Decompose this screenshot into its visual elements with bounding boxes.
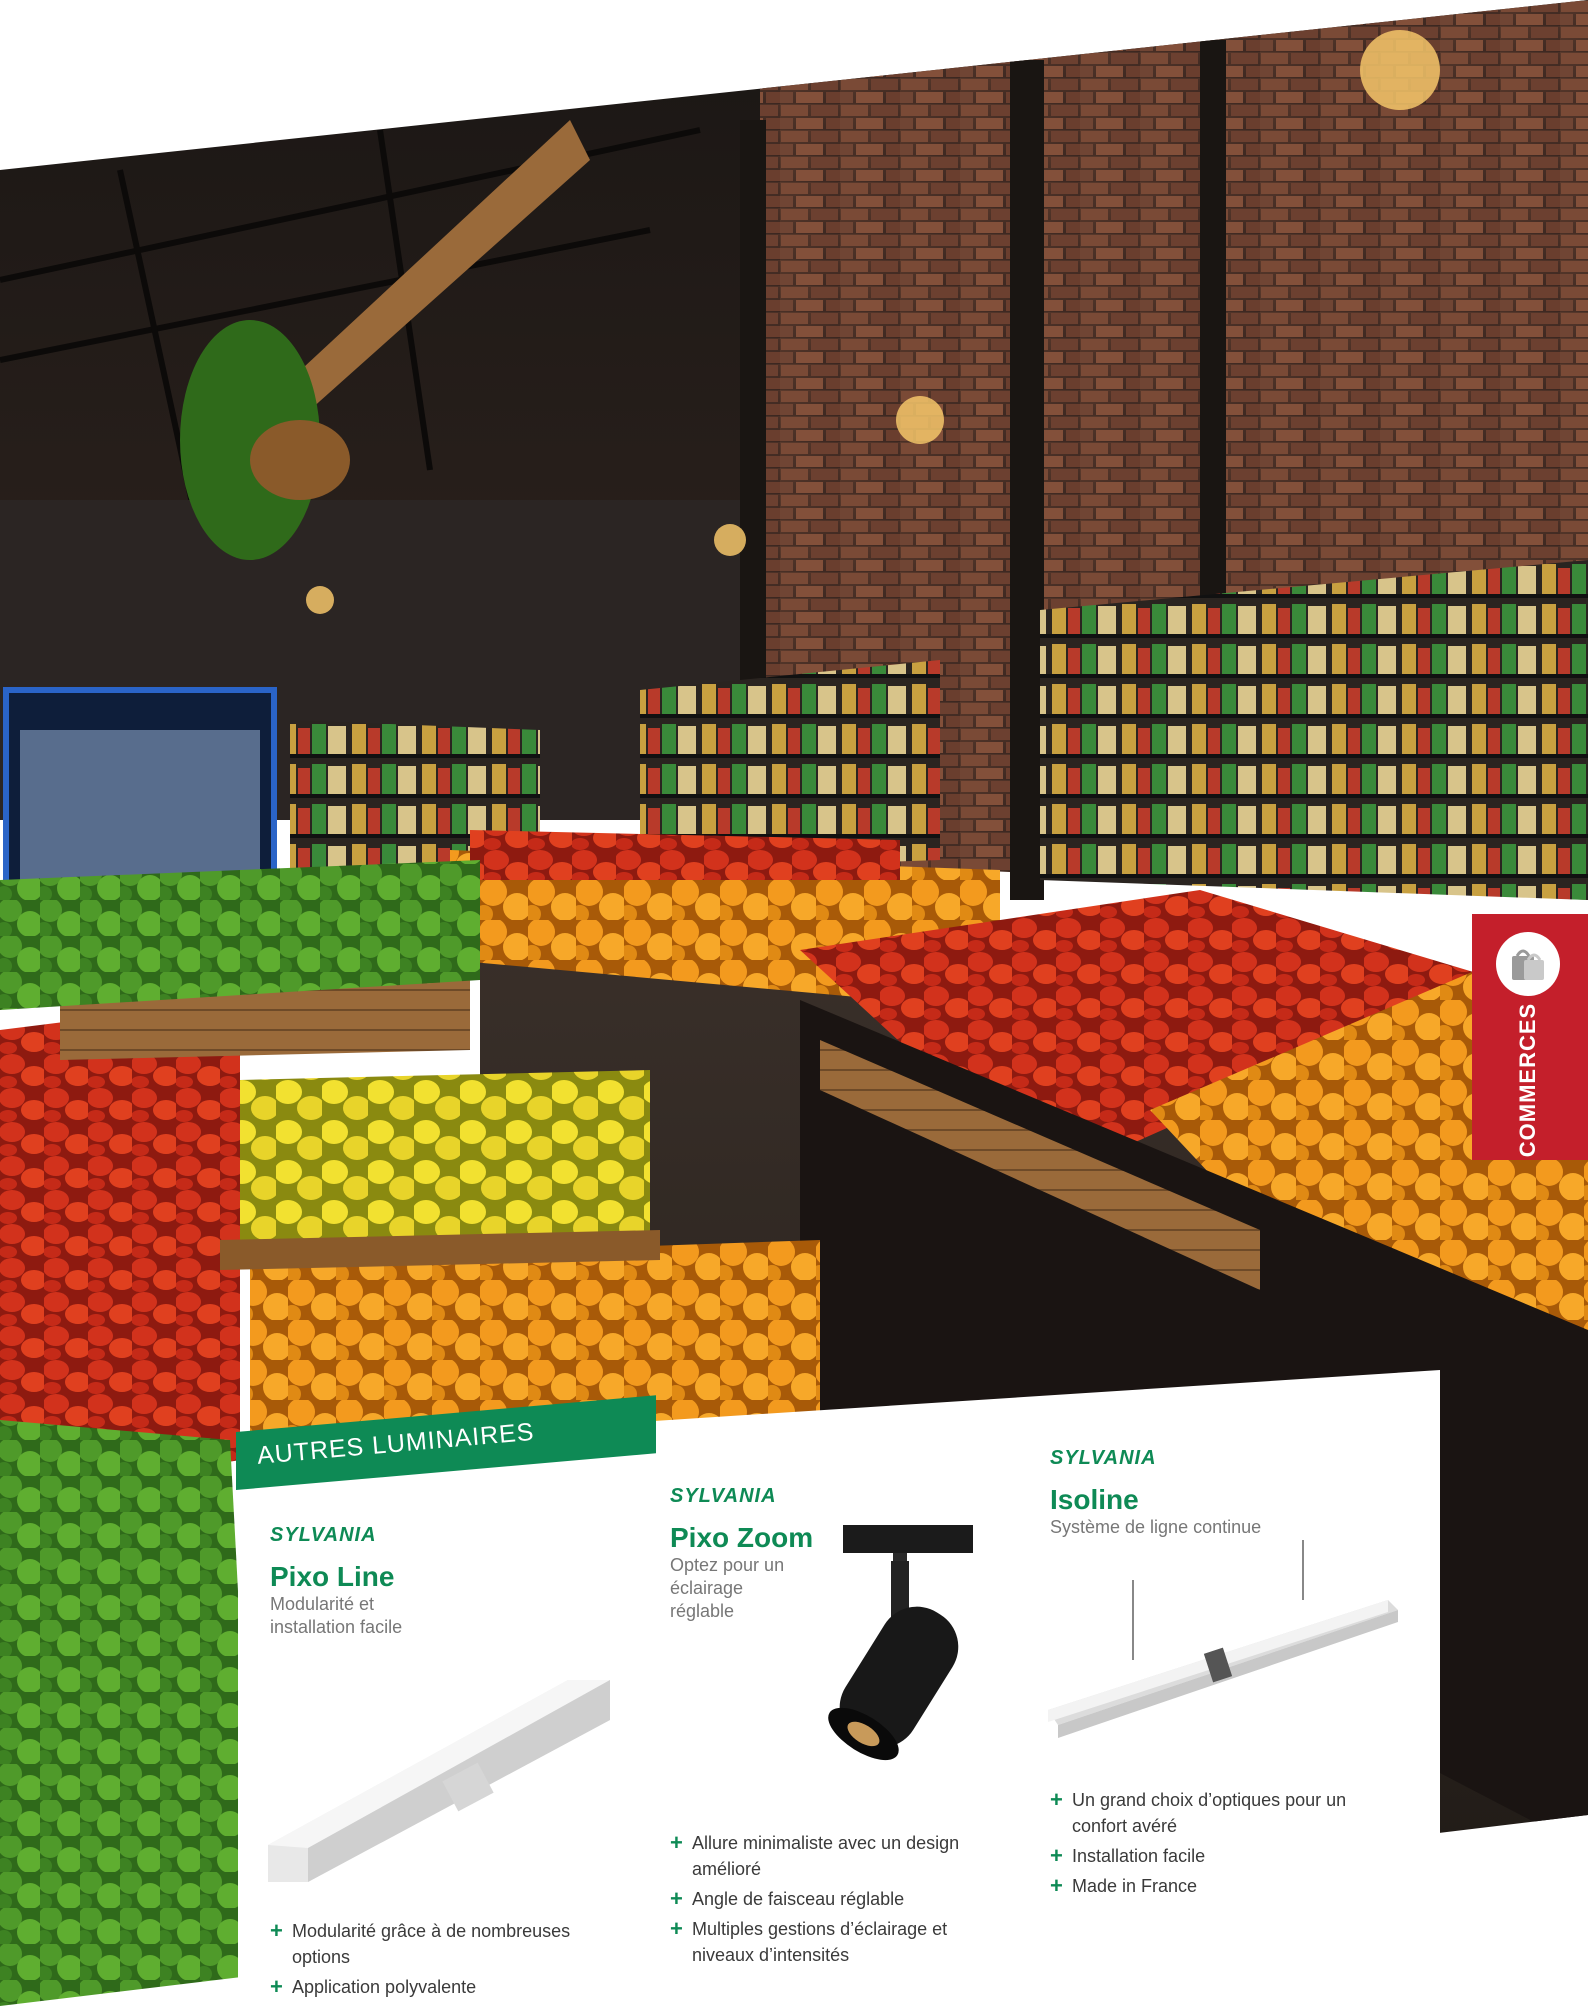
feature-item: + Modularité grâce à de nombreuses option… [270, 1918, 571, 1967]
pixo-line-product-image [268, 1680, 610, 1882]
commerces-tab[interactable]: COMMERCES [1472, 914, 1588, 1160]
isoline-product-image [1048, 1540, 1398, 1738]
isoline-features: + Un grand choix d’optiques pour un confo… [1050, 1787, 1390, 1903]
commerces-label: COMMERCES [1515, 1002, 1540, 1158]
feature-item: + Multiples gestions d’éclairage et nivea… [670, 1916, 948, 1965]
feature-item: + Made in France [1050, 1873, 1198, 1898]
product-pixo-line: SYLVANIA Pixo Line Modularité et install… [270, 1524, 630, 1639]
pixo-zoom-features: + Allure minimaliste avec un design améli… [670, 1830, 970, 1972]
product-name: Isoline [1050, 1484, 1139, 1515]
brand-logo: SYLVANIA [270, 1524, 377, 1546]
feature-item: + Angle de faisceau réglable [670, 1886, 905, 1911]
feature-item: + Application polyvalente [270, 1974, 477, 1999]
feature-item: + Allure minimaliste avec un design améli… [670, 1830, 960, 1879]
brand-logo: SYLVANIA [1050, 1447, 1157, 1469]
product-name: Pixo Line [270, 1561, 395, 1592]
pixo-zoom-product-image [828, 1525, 973, 1761]
product-tagline: Modularité et installation facile [270, 1594, 403, 1637]
feature-item: + Installation facile [1050, 1843, 1206, 1868]
product-tagline: Système de ligne continue [1050, 1517, 1262, 1537]
feature-item: + Un grand choix d’optiques pour un confo… [1050, 1787, 1347, 1836]
shopping-bags-icon [1496, 932, 1560, 996]
pixo-line-features: + Modularité grâce à de nombreuses option… [270, 1918, 600, 2004]
product-tagline: Optez pour un éclairage réglable [670, 1555, 785, 1621]
brand-logo: SYLVANIA [670, 1485, 777, 1507]
product-isoline: SYLVANIA Isoline Système de ligne contin… [1050, 1447, 1390, 1539]
